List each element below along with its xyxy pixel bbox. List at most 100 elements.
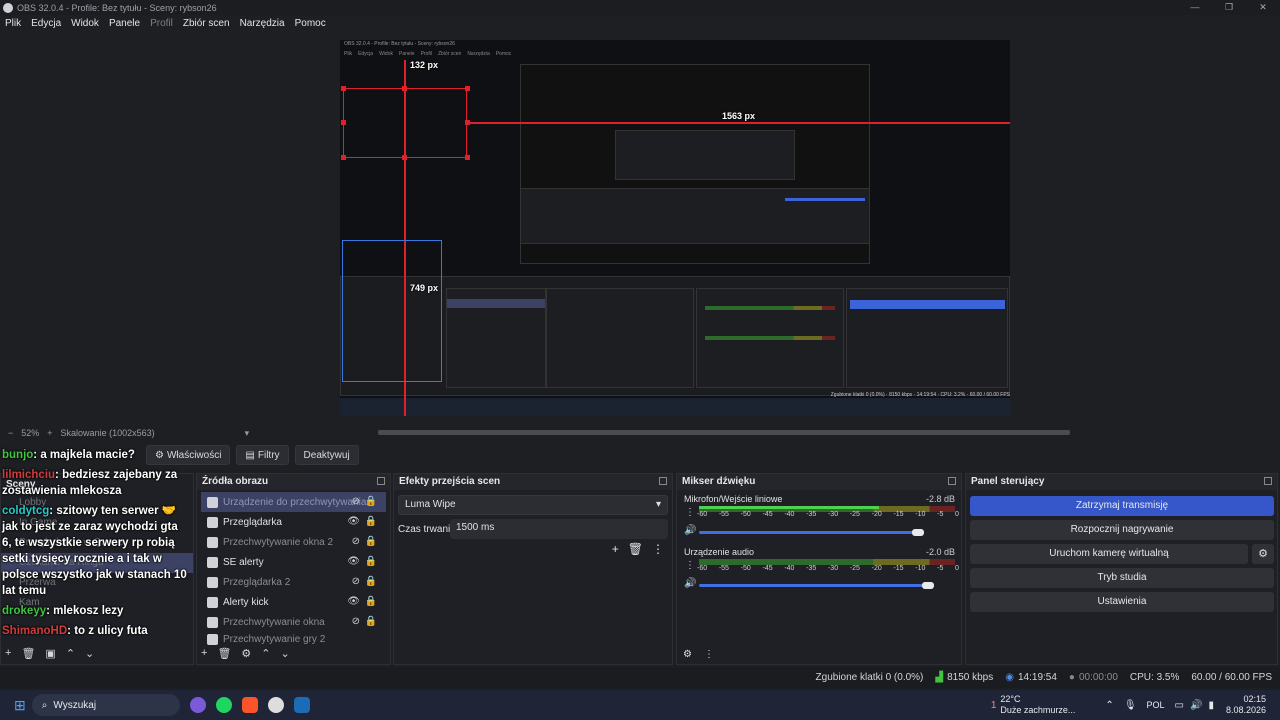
source-item[interactable]: Przechwytywanie gry 2 (201, 632, 386, 646)
window-icon (207, 536, 218, 548)
chevron-down-icon: ▾ (655, 499, 661, 510)
lock-icon: 🔒 (364, 496, 377, 507)
search-icon: ⌕ (41, 699, 48, 711)
speaker-icon[interactable]: 🔊 (684, 525, 696, 536)
preview-scrollbar[interactable] (378, 430, 1070, 435)
add-source-button[interactable]: + (201, 647, 207, 660)
virtualcam-settings-gear-icon[interactable]: ⚙ (1252, 544, 1274, 564)
scene-filters-button[interactable]: ▣ (45, 647, 55, 660)
transition-select[interactable]: Luma Wipe ▾ (398, 495, 668, 515)
chevron-up-icon[interactable]: ⌃ (1105, 700, 1113, 711)
language-indicator[interactable]: POL (1147, 700, 1165, 710)
remove-scene-button[interactable]: 🗑 (21, 647, 35, 660)
channel-db: -2.8 dB (925, 494, 955, 504)
menu-tools[interactable]: Narzędzia (235, 16, 290, 32)
browser-icon (207, 516, 218, 528)
inner-title: OBS 32.0.4 - Profile: Bez tytułu - Sceny… (344, 41, 455, 47)
source-item[interactable]: SE alerty 👁 🔒 (201, 552, 386, 572)
hidden-eye-icon: ⊘ (351, 536, 360, 547)
windows-start-icon[interactable]: ⊞ (14, 697, 26, 714)
undock-icon (1264, 477, 1272, 485)
start-virtualcam-button[interactable]: Uruchom kamerę wirtualną (970, 544, 1248, 564)
menu-scene-collection[interactable]: Zbiór scen (178, 16, 235, 32)
mixer-menu-icon[interactable]: ⋮ (685, 507, 695, 518)
source-item[interactable]: Przeglądarka 2 ⊘ 🔒 (201, 572, 386, 592)
windows-taskbar: ⊞ ⌕ Wyszukaj 1 22°C Duże zachmurze... ⌃ 🎙 … (0, 690, 1280, 720)
mixer-options-icon[interactable]: ⋮ (704, 649, 714, 660)
menu-docks[interactable]: Panele (104, 16, 145, 32)
move-up-button[interactable]: ⌃ (261, 647, 270, 660)
advanced-audio-icon[interactable]: ⚙ (683, 649, 692, 660)
studio-mode-button[interactable]: Tryb studia (970, 568, 1274, 588)
volume-slider[interactable] (699, 584, 928, 587)
steam-icon[interactable] (293, 697, 310, 713)
add-transition-button[interactable]: + (612, 542, 619, 556)
source-item[interactable]: Alerty kick 👁 🔒 (201, 592, 386, 612)
menu-profile[interactable]: Profil (145, 16, 178, 32)
source-item[interactable]: Przechwytywanie okna ⊘ 🔒 (201, 612, 386, 632)
discord-icon[interactable] (189, 697, 206, 713)
inner-taskbar (340, 398, 1010, 416)
remove-transition-button[interactable]: 🗑 (628, 542, 643, 556)
remove-source-button[interactable]: 🗑 (217, 647, 231, 660)
menu-view[interactable]: Widok (66, 16, 104, 32)
clock[interactable]: 02:15 8.08.2026 (1226, 694, 1266, 716)
microphone-icon[interactable]: 🎙 (1124, 700, 1137, 711)
more-options-icon[interactable]: ⋮ (652, 542, 664, 556)
start-recording-button[interactable]: Rozpocznij nagrywanie (970, 520, 1274, 540)
weather-widget[interactable]: 1 22°C Duże zachmurze... (991, 694, 1076, 716)
scale-label[interactable]: Skalowanie (1002x563) (61, 428, 155, 438)
taskbar-search[interactable]: ⌕ Wyszukaj (31, 694, 180, 716)
menu-file[interactable]: Plik (0, 16, 26, 32)
move-down-button[interactable]: ⌄ (85, 647, 94, 660)
network-icon[interactable]: ▭ (1175, 700, 1184, 711)
duration-input[interactable]: 1500 ms (450, 519, 668, 539)
scale-dropdown-icon[interactable]: ▾ (245, 428, 250, 439)
chat-overlay: bunjo: a majkela macie? lilmichciu: bedz… (2, 447, 190, 647)
speaker-icon[interactable]: 🔊 (684, 578, 696, 589)
source-properties-button[interactable]: ⚙ (241, 647, 251, 660)
maximize-button[interactable]: ❐ (1212, 0, 1246, 15)
move-down-button[interactable]: ⌄ (281, 647, 290, 660)
move-up-button[interactable]: ⌃ (66, 647, 75, 660)
add-scene-button[interactable]: + (5, 647, 11, 660)
deactivate-button[interactable]: Deaktywuj (294, 445, 359, 465)
guide-horizontal (467, 122, 1010, 124)
undock-icon (948, 477, 956, 485)
transitions-title: Efekty przejścia scen (394, 474, 672, 490)
mixer-menu-icon[interactable]: ⋮ (685, 560, 695, 571)
menu-help[interactable]: Pomoc (290, 16, 331, 32)
close-button[interactable]: ✕ (1246, 0, 1280, 15)
lock-icon: 🔒 (364, 536, 377, 547)
zoom-out-button[interactable]: − (8, 428, 13, 438)
volume-knob[interactable] (922, 582, 934, 589)
source-item[interactable]: Przeglądarka 👁 🔒 (201, 512, 386, 532)
minimize-button[interactable]: — (1178, 0, 1212, 15)
obs-icon[interactable] (267, 697, 284, 713)
volume-knob[interactable] (912, 529, 924, 536)
volume-icon[interactable]: 🔊 (1190, 700, 1202, 711)
selection-box-chat[interactable] (342, 240, 442, 382)
source-item[interactable]: Przechwytywanie okna 2 ⊘ 🔒 (201, 532, 386, 552)
zoom-level: 52% (21, 428, 40, 438)
weather-badge: 1 (990, 699, 997, 711)
inner-nested-preview (615, 130, 795, 180)
transitions-dock: Efekty przejścia scen Luma Wipe ▾ Czas tr… (393, 473, 673, 665)
settings-button[interactable]: Ustawienia (970, 592, 1274, 612)
selection-box-top[interactable] (343, 88, 467, 158)
source-item[interactable]: Urządzenie do przechwytywania ⊘ 🔒 (201, 492, 386, 512)
meter-ticks: -60 -55 -50 -45 -40 -35 -30 -25 -20 -15 -10 -5 0 (697, 511, 959, 518)
meter-ticks: -60 -55 -50 -45 -40 -35 -30 -25 -20 -15 -10 -5 0 (697, 565, 959, 572)
undock-icon (377, 477, 385, 485)
filters-button[interactable]: ▤ Filtry (236, 445, 289, 465)
brave-icon[interactable] (241, 697, 258, 713)
volume-slider[interactable] (699, 531, 918, 534)
chat-message: : mlekosz lezy (46, 605, 124, 617)
menu-edit[interactable]: Edycja (26, 16, 66, 32)
zoom-in-button[interactable]: + (47, 428, 52, 438)
preview-canvas[interactable]: OBS 32.0.4 - Profile: Bez tytułu - Sceny… (340, 40, 1010, 416)
spotify-icon[interactable] (215, 697, 232, 713)
distance-label-right: 1563 px (722, 111, 756, 121)
stop-streaming-button[interactable]: Zatrzymaj transmisję (970, 496, 1274, 516)
battery-icon[interactable]: ▮ (1208, 700, 1214, 711)
